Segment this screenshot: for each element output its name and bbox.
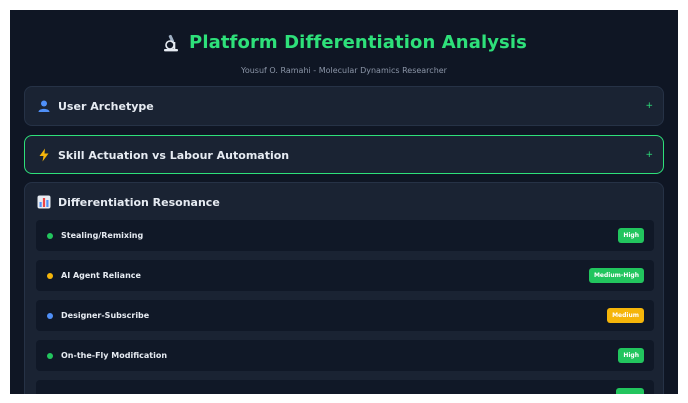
expand-icon[interactable]: + — [645, 136, 653, 174]
level-badge: High — [618, 228, 644, 243]
user-icon — [38, 100, 50, 112]
section-title: Differentiation Resonance — [58, 195, 220, 209]
page-subtitle: Yousuf O. Ramahi - Molecular Dynamics Re… — [241, 66, 447, 75]
expand-icon[interactable]: + — [645, 87, 653, 125]
section-title: User Archetype — [58, 99, 154, 113]
resonance-item-label: On-the-Fly Modification — [61, 351, 168, 360]
section-differentiation-resonance: Differentiation Resonance Stealing/Remix… — [24, 182, 664, 394]
resonance-item-label: Designer-Subscribe — [61, 311, 150, 320]
status-dot — [47, 352, 53, 359]
level-badge: High — [618, 348, 644, 363]
level-badge: Medium-High — [588, 268, 644, 283]
resonance-item: Stealing/Remixing High — [36, 220, 654, 251]
bar-chart-icon — [37, 195, 51, 209]
resonance-item — [36, 380, 654, 394]
level-badge — [616, 388, 644, 394]
resonance-item-label: Stealing/Remixing — [61, 231, 144, 240]
section-header: Differentiation Resonance — [25, 183, 663, 221]
section-title: Skill Actuation vs Labour Automation — [58, 148, 290, 162]
section-user-archetype[interactable]: User Archetype + — [24, 86, 664, 126]
level-badge: Medium — [607, 308, 644, 323]
page-title: Platform Differentiation Analysis — [161, 32, 527, 53]
section-header[interactable]: User Archetype — [25, 87, 663, 125]
header: Platform Differentiation Analysis — [10, 32, 678, 57]
status-dot — [47, 272, 53, 279]
resonance-item: AI Agent Reliance Medium-High — [36, 260, 654, 291]
section-header[interactable]: Skill Actuation vs Labour Automation — [25, 136, 663, 174]
resonance-item: On-the-Fly Modification High — [36, 340, 654, 371]
resonance-item-label: AI Agent Reliance — [61, 271, 141, 280]
resonance-item: Designer-Subscribe Medium — [36, 300, 654, 331]
microscope-icon — [164, 34, 179, 51]
status-dot — [47, 312, 53, 319]
section-skill-actuation[interactable]: Skill Actuation vs Labour Automation + — [24, 135, 664, 174]
lightning-icon — [39, 148, 49, 162]
status-dot — [47, 232, 53, 239]
app-frame: Platform Differentiation Analysis Yousuf… — [10, 10, 678, 394]
page-title-text: Platform Differentiation Analysis — [189, 32, 527, 53]
